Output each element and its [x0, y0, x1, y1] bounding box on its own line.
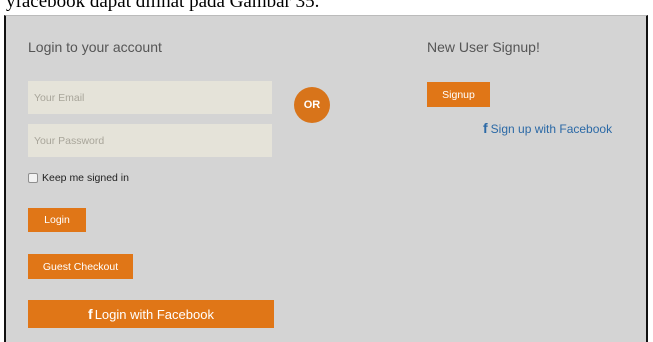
document-caption: yfacebook dapat dilihat pada Gambar 35.: [6, 0, 320, 12]
signup-button-label: Signup: [442, 88, 475, 101]
login-with-facebook-label: Login with Facebook: [94, 306, 214, 322]
or-label: OR: [303, 99, 321, 111]
guest-checkout-button[interactable]: Guest Checkout: [28, 254, 133, 279]
signup-with-facebook-label: Sign up with Facebook: [490, 122, 613, 136]
password-input[interactable]: [28, 124, 272, 157]
login-signup-panel: Login to your account Keep me signed in …: [4, 15, 648, 342]
login-button[interactable]: Login: [28, 208, 86, 232]
keep-signed-in-label: Keep me signed in: [42, 172, 129, 184]
signup-heading: New User Signup!: [427, 39, 540, 55]
facebook-icon: f: [88, 306, 93, 322]
signup-with-facebook-link[interactable]: f Sign up with Facebook: [483, 120, 612, 137]
email-input[interactable]: [28, 81, 272, 114]
login-with-facebook-button[interactable]: f Login with Facebook: [28, 300, 274, 328]
login-button-label: Login: [44, 214, 70, 226]
login-heading: Login to your account: [28, 39, 162, 55]
guest-checkout-label: Guest Checkout: [42, 260, 119, 273]
facebook-icon: f: [483, 120, 488, 136]
keep-signed-in-checkbox[interactable]: [28, 173, 38, 183]
or-divider-badge: OR: [294, 87, 330, 123]
signup-button[interactable]: Signup: [427, 82, 490, 107]
